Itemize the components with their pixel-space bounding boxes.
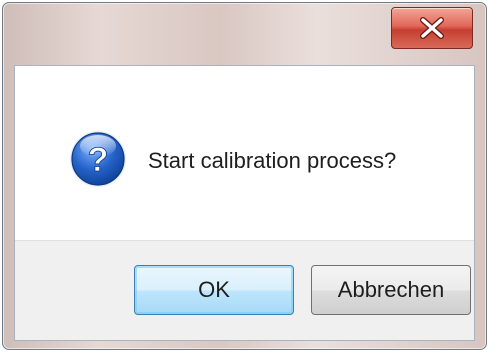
- svg-text:?: ?: [88, 141, 109, 179]
- question-icon: ?: [70, 131, 126, 187]
- button-bar: OK Abbrechen: [15, 240, 474, 340]
- close-icon: [420, 17, 444, 39]
- close-button[interactable]: [391, 7, 473, 49]
- cancel-button[interactable]: Abbrechen: [311, 265, 471, 315]
- dialog-window: ? Start calibration process? OK Abbreche…: [2, 2, 487, 350]
- ok-button[interactable]: OK: [134, 265, 294, 315]
- dialog-client-area: ? Start calibration process? OK Abbreche…: [14, 65, 475, 341]
- message-area: ? Start calibration process?: [15, 66, 474, 243]
- dialog-message: Start calibration process?: [148, 148, 397, 173]
- title-bar: [3, 3, 486, 61]
